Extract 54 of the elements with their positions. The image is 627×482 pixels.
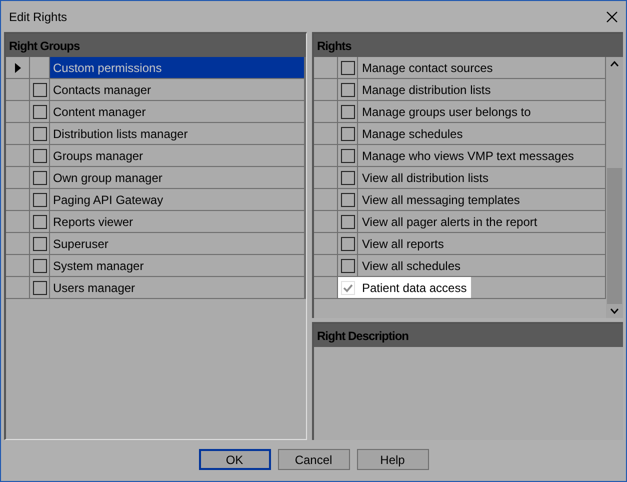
checkbox[interactable] bbox=[340, 148, 354, 162]
right-name[interactable]: View all pager alerts in the report bbox=[358, 211, 542, 232]
scroll-thumb[interactable] bbox=[607, 168, 622, 304]
group-name[interactable]: Users manager bbox=[50, 277, 305, 298]
checkbox[interactable] bbox=[32, 236, 46, 250]
group-name[interactable]: Paging API Gateway bbox=[50, 189, 305, 210]
checkbox[interactable] bbox=[340, 126, 354, 140]
checkbox[interactable] bbox=[32, 214, 46, 228]
right-name[interactable]: View all messaging templates bbox=[358, 189, 524, 210]
right-name[interactable]: Manage contact sources bbox=[358, 57, 497, 78]
check-icon bbox=[342, 282, 352, 292]
dialog-button[interactable]: OK bbox=[198, 449, 270, 470]
group-name[interactable]: Contacts manager bbox=[50, 79, 305, 100]
right-name[interactable]: Manage distribution lists bbox=[358, 79, 495, 100]
group-name[interactable]: Content manager bbox=[50, 101, 305, 122]
column-header: Right Description bbox=[314, 324, 623, 347]
checkbox[interactable] bbox=[32, 104, 46, 118]
checkbox[interactable] bbox=[32, 82, 46, 96]
window-title: Edit Rights bbox=[9, 8, 68, 26]
checkbox[interactable] bbox=[340, 60, 354, 74]
column-header: Right Groups bbox=[6, 34, 306, 57]
scroll-down-icon[interactable] bbox=[610, 308, 619, 314]
right-name[interactable]: View all schedules bbox=[358, 255, 465, 276]
group-name[interactable]: System manager bbox=[50, 255, 305, 276]
group-name[interactable]: Superuser bbox=[50, 233, 305, 254]
right-name[interactable]: Manage schedules bbox=[358, 123, 467, 144]
checkbox[interactable] bbox=[32, 280, 46, 294]
right-name[interactable]: Manage groups user belongs to bbox=[358, 101, 535, 122]
checkbox[interactable] bbox=[340, 104, 354, 118]
group-name[interactable]: Custom permissions bbox=[50, 57, 305, 78]
group-name[interactable]: Own group manager bbox=[50, 167, 305, 188]
checkbox[interactable] bbox=[32, 258, 46, 272]
scrollbar[interactable] bbox=[606, 57, 623, 318]
right-name[interactable]: View all distribution lists bbox=[358, 167, 492, 188]
group-name[interactable]: Distribution lists manager bbox=[50, 123, 305, 144]
checkbox[interactable] bbox=[32, 192, 46, 206]
checkbox[interactable] bbox=[340, 214, 354, 228]
checkbox[interactable] bbox=[340, 82, 354, 96]
group-name[interactable]: Reports viewer bbox=[50, 211, 305, 232]
right-name[interactable]: View all reports bbox=[358, 233, 448, 254]
column-header: Rights bbox=[314, 34, 623, 57]
scroll-up-icon[interactable] bbox=[610, 61, 619, 67]
checkbox[interactable] bbox=[32, 148, 46, 162]
checkbox[interactable] bbox=[340, 258, 354, 272]
checkbox[interactable] bbox=[340, 236, 354, 250]
checkbox[interactable] bbox=[340, 170, 354, 184]
checkbox[interactable] bbox=[340, 192, 354, 206]
close-icon[interactable] bbox=[606, 10, 618, 22]
right-name[interactable]: Manage who views VMP text messages bbox=[358, 145, 578, 166]
dialog-button[interactable]: Help bbox=[356, 449, 428, 470]
checkbox[interactable] bbox=[32, 170, 46, 184]
checkbox[interactable] bbox=[32, 126, 46, 140]
group-name[interactable]: Groups manager bbox=[50, 145, 305, 166]
dialog-button[interactable]: Cancel bbox=[278, 449, 350, 470]
